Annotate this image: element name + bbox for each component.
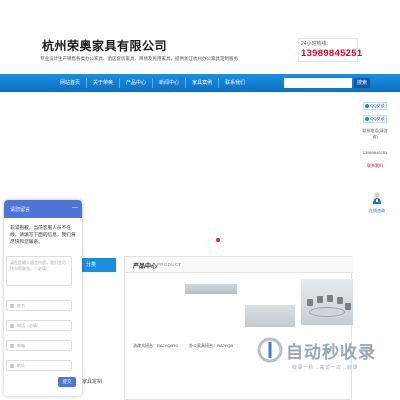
- nav-item-home[interactable]: 网站首页: [54, 74, 86, 92]
- search-button[interactable]: 搜索: [354, 78, 370, 88]
- qq-button-label: QQ交谈: [370, 103, 385, 108]
- background-link-fragment[interactable]: 家具定制: [82, 378, 102, 385]
- site-header: 杭州荣奥家具有限公司 专业设计生产销售各类办公家具、酒店套房家具、简易及民用家具…: [0, 0, 400, 74]
- search-input[interactable]: [284, 78, 352, 88]
- hotline-number: 13989845251: [301, 48, 363, 59]
- nav-item-products[interactable]: 产品中心: [120, 74, 152, 92]
- hotline-label: 24小时热线：: [301, 41, 332, 47]
- watermark-text: 自动秒收录: [286, 343, 376, 362]
- phone-field-placeholder: 电话（必填）: [17, 323, 41, 328]
- address-field[interactable]: 地址: [6, 360, 72, 371]
- phone-field[interactable]: 电话（必填）: [6, 320, 72, 331]
- site-slogan: 专业设计生产销售各类办公家具、酒店套房家具、简易及民用家具，提供浙江杭州办公家具…: [40, 56, 238, 61]
- hotline-box: 24小时热线： 13989845251: [298, 38, 362, 62]
- product-panel-header: 产品中心 PRODUCT: [125, 257, 353, 273]
- nav-item-news[interactable]: 新闻中心: [153, 74, 185, 92]
- product-caption[interactable]: 办公家具班台：RAJYQB: [189, 343, 233, 349]
- product-image[interactable]: [245, 305, 295, 327]
- minimize-icon[interactable]: —: [72, 205, 78, 211]
- chat-header-title: 请您留言: [10, 207, 31, 213]
- name-field[interactable]: 姓名: [6, 300, 72, 311]
- user-icon: [10, 304, 14, 308]
- product-image[interactable]: [185, 284, 237, 294]
- qq-icon: [365, 104, 370, 108]
- float-contact-text: 联系电话(请咨询): [362, 128, 388, 139]
- right-float-panel: QQ交谈 QQ交谈 联系电话(请咨询) 13989845251 联系我们: [360, 102, 390, 169]
- consult-label: 在线咨询: [369, 208, 385, 213]
- watermark-logo: 自动秒收录 收录一秒→来访一次→收录: [248, 330, 398, 380]
- chair-shape: [307, 299, 313, 306]
- customer-service-icon: [373, 192, 381, 204]
- product-panel-title-en: PRODUCT: [157, 262, 182, 267]
- chat-offline-message: 非常抱歉，当前客服人员不在线。请填写下面的信息，我们将尽快和您联系。: [10, 225, 76, 244]
- email-field-placeholder: 邮箱: [17, 343, 25, 348]
- conference-table-shape: [309, 307, 345, 317]
- indicator-dot: [216, 238, 220, 242]
- online-consult-widget[interactable]: 在线咨询: [362, 192, 392, 214]
- nav-item-about[interactable]: 关于荣奥: [87, 74, 119, 92]
- chair-shape: [345, 303, 351, 310]
- qq-chat-button-1[interactable]: QQ交谈: [363, 102, 387, 110]
- watermark-subtext: 收录一秒→来访一次→收录: [292, 365, 359, 371]
- float-phone: 13989845251: [362, 150, 388, 155]
- category-tab[interactable]: 分类: [82, 258, 116, 272]
- product-image-conference-table[interactable]: [301, 279, 353, 325]
- chair-shape: [317, 296, 323, 303]
- qq-button-label: QQ交谈: [370, 116, 385, 121]
- email-field[interactable]: 邮箱: [6, 340, 72, 351]
- mail-icon: [10, 344, 14, 348]
- chair-shape: [337, 297, 343, 304]
- name-field-placeholder: 姓名: [17, 303, 25, 308]
- submit-button[interactable]: 提交: [58, 377, 76, 387]
- nav-items: 网站首页 关于荣奥 产品中心 新闻中心 家具案例 联系我们: [54, 74, 251, 92]
- float-contact-link[interactable]: 联系我们: [360, 163, 390, 169]
- address-field-placeholder: 地址: [17, 363, 25, 368]
- chair-shape: [327, 295, 333, 302]
- qq-icon: [365, 117, 370, 121]
- watermark-logo-icon: [257, 337, 283, 363]
- nav-item-cases[interactable]: 家具案例: [186, 74, 218, 92]
- qq-chat-button-2[interactable]: QQ交谈: [363, 115, 387, 123]
- chat-header: 请您留言 —: [4, 200, 82, 218]
- nav-item-contact[interactable]: 联系我们: [219, 74, 251, 92]
- message-textarea[interactable]: 请在此输入留言内容，我们会尽快与您联系。（必填）: [6, 256, 72, 286]
- location-icon: [10, 364, 14, 368]
- phone-icon: [10, 324, 14, 328]
- product-panel-title: 产品中心: [133, 264, 158, 270]
- product-caption[interactable]: 油漆大班台：RAJYQBT0: [133, 343, 178, 349]
- site-title: 杭州荣奥家具有限公司: [42, 39, 168, 53]
